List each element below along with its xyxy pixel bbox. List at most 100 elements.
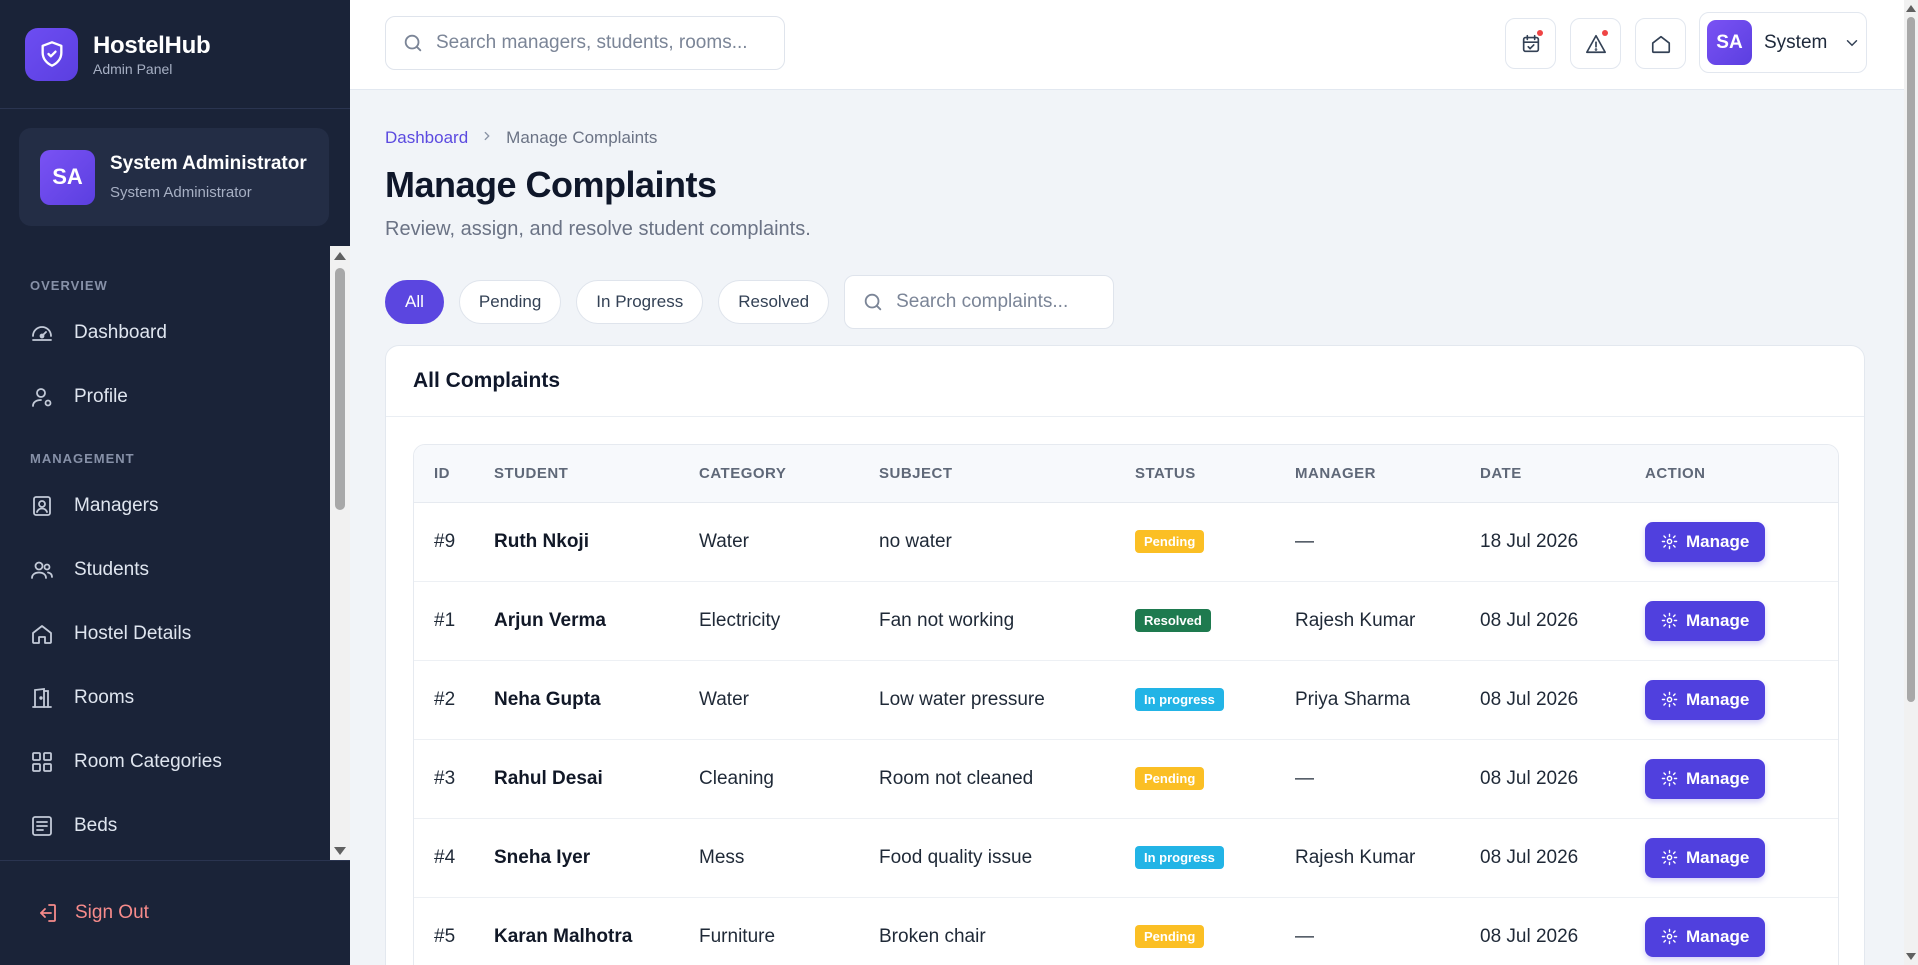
status-badge: Pending [1135, 925, 1205, 948]
cell-action: Manage [1645, 818, 1838, 898]
topbar: Search managers, students, rooms... SA S… [350, 0, 1904, 90]
calendar-button[interactable] [1505, 18, 1556, 69]
manage-button-label: Manage [1686, 768, 1750, 788]
cell-subject: Fan not working [879, 581, 1135, 661]
cell-student: Arjun Verma [494, 581, 699, 661]
sidebar-item-label: Students [74, 559, 149, 580]
cell-manager: Rajesh Kumar [1295, 581, 1480, 661]
dashboard-icon [32, 326, 52, 341]
column-header: MANAGER [1295, 445, 1480, 503]
home-button[interactable] [1635, 18, 1686, 69]
scroll-up-arrow-icon[interactable] [1906, 5, 1916, 12]
status-badge: Pending [1135, 530, 1205, 553]
column-header: DATE [1480, 445, 1645, 503]
sidebar-item-label: Beds [74, 815, 118, 836]
cell-id: #3 [414, 739, 494, 819]
filter-bar: All Pending In Progress Resolved Search … [385, 275, 1865, 329]
cell-manager: — [1295, 502, 1480, 582]
cell-date: 08 Jul 2026 [1480, 660, 1645, 740]
sidebar: HostelHub Admin Panel SA System Administ… [0, 0, 350, 965]
cell-status: Pending [1135, 502, 1295, 582]
gear-icon [1661, 612, 1678, 629]
cell-id: #2 [414, 660, 494, 740]
status-badge: In progress [1135, 846, 1224, 869]
sidebar-item-dashboard[interactable]: Dashboard [0, 301, 330, 365]
gear-icon [1661, 533, 1678, 550]
status-badge: In progress [1135, 688, 1224, 711]
cell-date: 18 Jul 2026 [1480, 502, 1645, 582]
table-row: #9 Ruth Nkoji Water no water Pending —18 Jul … [414, 502, 1838, 582]
sidebar-item-label: Profile [74, 386, 128, 407]
filter-chip-resolved[interactable]: Resolved [718, 280, 830, 324]
cell-status: Pending [1135, 739, 1295, 819]
scroll-down-arrow-icon[interactable] [334, 847, 346, 855]
scroll-down-arrow-icon[interactable] [1906, 953, 1916, 960]
sidebar-item-hostel-details[interactable]: Hostel Details [0, 602, 330, 666]
cell-subject: Food quality issue [879, 818, 1135, 898]
manage-button[interactable]: Manage [1645, 837, 1766, 878]
column-header: SUBJECT [879, 445, 1135, 503]
notification-dot [1602, 30, 1608, 36]
cell-subject: no water [879, 502, 1135, 582]
cell-subject: Room not cleaned [879, 739, 1135, 819]
sidebar-scrollbar[interactable] [330, 246, 350, 861]
complaint-search-input[interactable]: Search complaints... [844, 275, 1115, 329]
scroll-up-arrow-icon[interactable] [334, 252, 346, 260]
manage-button[interactable]: Manage [1645, 758, 1766, 799]
sidebar-item-managers[interactable]: Managers [0, 474, 330, 538]
cell-action: Manage [1645, 581, 1838, 661]
filter-chip-all[interactable]: All [385, 280, 444, 324]
profile-name: System [1764, 31, 1828, 53]
sidebar-nav: OVERVIEW Dashboard Profile MANAGEMENT Ma… [0, 246, 330, 861]
cell-student: Neha Gupta [494, 660, 699, 740]
manage-button[interactable]: Manage [1645, 521, 1766, 562]
sidebar-item-rooms[interactable]: Rooms [0, 666, 330, 730]
column-header: CATEGORY [699, 445, 879, 503]
card-title: All Complaints [386, 346, 1864, 417]
profile-menu-button[interactable]: SA System [1699, 12, 1867, 73]
main-content: Dashboard Manage Complaints Manage Compl… [385, 90, 1865, 965]
sidebar-item-label: Hostel Details [74, 623, 192, 644]
alerts-button[interactable] [1570, 18, 1621, 69]
cell-id: #1 [414, 581, 494, 661]
grid-icon [32, 752, 52, 772]
cell-action: Manage [1645, 502, 1838, 582]
table-row: #2 Neha Gupta Water Low water pressure In pr… [414, 660, 1838, 740]
cell-status: Pending [1135, 897, 1295, 965]
sidebar-item-beds[interactable]: Beds [0, 794, 330, 858]
status-badge: Pending [1135, 767, 1205, 790]
manage-button-label: Manage [1686, 847, 1750, 867]
scrollbar-thumb[interactable] [335, 268, 345, 510]
sidebar-item-students[interactable]: Students [0, 538, 330, 602]
filter-chip-in-progress[interactable]: In Progress [576, 280, 704, 324]
sidebar-item-label: Managers [74, 495, 159, 516]
brand[interactable]: HostelHub Admin Panel [0, 0, 350, 109]
avatar: SA [1707, 20, 1752, 65]
sidebar-item-room-categories[interactable]: Room Categories [0, 730, 330, 794]
filter-chip-pending[interactable]: Pending [458, 280, 562, 324]
global-search-input[interactable]: Search managers, students, rooms... [385, 16, 785, 70]
manage-button[interactable]: Manage [1645, 679, 1766, 720]
nav-section-management: MANAGEMENT [30, 451, 135, 466]
manage-button[interactable]: Manage [1645, 600, 1766, 641]
chevron-down-icon [1847, 39, 1858, 46]
manage-button[interactable]: Manage [1645, 916, 1766, 957]
profile-icon [32, 388, 52, 407]
shield-logo-icon [25, 27, 78, 81]
table-header-row: ID STUDENT CATEGORY SUBJECT STATUS MANAG… [414, 445, 1838, 503]
sign-out-button[interactable]: Sign Out [0, 860, 350, 965]
cell-student: Karan Malhotra [494, 897, 699, 965]
cell-manager: Rajesh Kumar [1295, 818, 1480, 898]
cell-id: #4 [414, 818, 494, 898]
manage-button-label: Manage [1686, 531, 1750, 551]
sidebar-item-profile[interactable]: Profile [0, 365, 330, 429]
brand-subtitle: Admin Panel [93, 60, 173, 77]
avatar: SA [40, 149, 95, 205]
breadcrumb-dashboard-link[interactable]: Dashboard [385, 128, 468, 148]
page-scrollbar[interactable] [1904, 0, 1918, 965]
cell-manager: — [1295, 897, 1480, 965]
door-icon [32, 687, 52, 708]
cell-category: Furniture [699, 897, 879, 965]
scrollbar-thumb[interactable] [1907, 17, 1915, 702]
cell-student: Rahul Desai [494, 739, 699, 819]
